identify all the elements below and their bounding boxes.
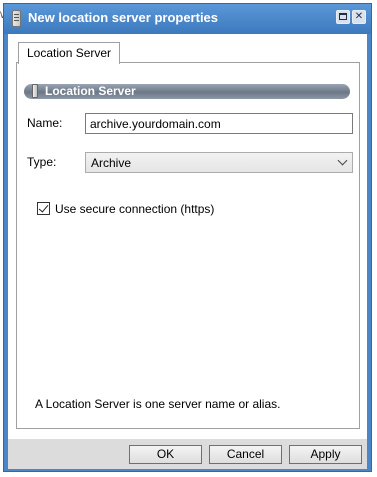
secure-connection-checkbox[interactable]: [37, 202, 50, 215]
group-title: Location Server: [45, 84, 136, 98]
help-text: A Location Server is one server name or …: [35, 397, 281, 411]
tab-panel: Location Server Name: Type: Archive Use …: [16, 62, 360, 429]
maximize-icon[interactable]: [336, 10, 350, 24]
ok-button[interactable]: OK: [129, 445, 202, 464]
chevron-down-icon: [337, 155, 348, 166]
secure-connection-label: Use secure connection (https): [55, 202, 215, 216]
dialog-client-area: Location Server Location Server Name: Ty…: [8, 34, 367, 439]
name-field[interactable]: [85, 113, 353, 134]
name-label: Name:: [27, 116, 63, 130]
type-label: Type:: [27, 155, 57, 169]
group-header: Location Server: [24, 84, 350, 99]
tab-location-server[interactable]: Location Server: [18, 42, 121, 64]
properties-dialog: New location server properties ✕ Locatio…: [3, 3, 372, 472]
type-select[interactable]: Archive: [85, 152, 353, 173]
title-bar[interactable]: New location server properties ✕: [4, 4, 371, 34]
server-icon: [12, 10, 21, 27]
server-icon: [32, 84, 38, 98]
apply-button[interactable]: Apply: [289, 445, 362, 464]
button-bar: OK Cancel Apply: [8, 439, 367, 469]
type-select-value: Archive: [91, 156, 132, 170]
cancel-button[interactable]: Cancel: [209, 445, 282, 464]
close-icon[interactable]: ✕: [352, 10, 366, 24]
window-title: New location server properties: [28, 10, 219, 25]
